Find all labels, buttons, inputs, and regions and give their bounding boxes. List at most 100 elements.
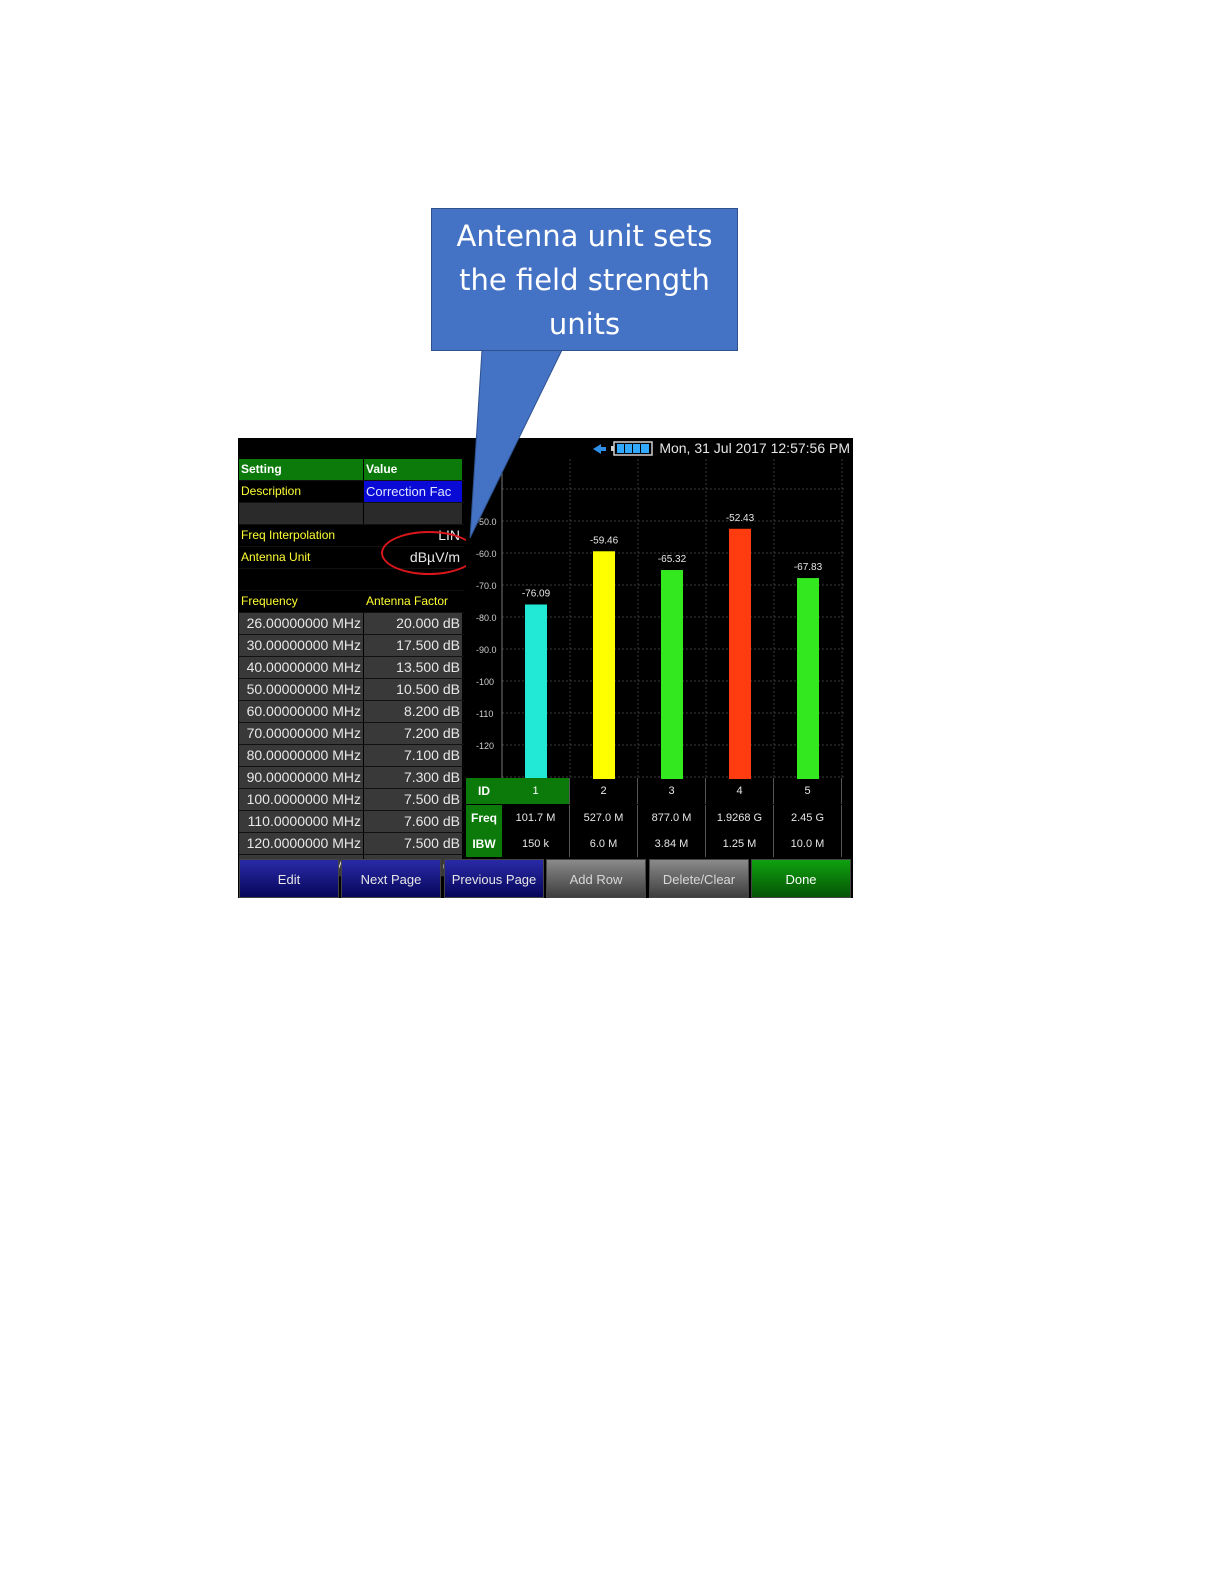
y-tick-label: -60.0 — [476, 549, 497, 559]
id-cell[interactable]: 4 — [706, 778, 774, 804]
freq-interpolation-label: Freq Interpolation — [239, 525, 364, 546]
id-cell[interactable]: 5 — [774, 778, 842, 804]
frequency-cell[interactable]: 100.0000000 MHz — [239, 789, 364, 810]
freq-row: Freq 101.7 M 527.0 M 877.0 M 1.9268 G 2.45 G — [466, 805, 846, 831]
frequency-cell[interactable]: 30.00000000 MHz — [239, 635, 364, 656]
bar-value-label: -67.83 — [794, 562, 823, 573]
instrument-screen: Mon, 31 Jul 2017 12:57:56 PM Setting Val… — [238, 438, 853, 898]
description-label: Description — [239, 481, 364, 502]
previous-page-button[interactable]: Previous Page — [444, 859, 544, 898]
bar-1 — [525, 604, 547, 779]
table-row[interactable]: 120.0000000 MHz 7.500 dB — [239, 833, 464, 855]
table-row[interactable]: 70.00000000 MHz 7.200 dB — [239, 723, 464, 745]
antenna-factor-cell[interactable]: 13.500 dB — [364, 657, 462, 678]
table-row[interactable]: 26.00000000 MHz 20.000 dB — [239, 613, 464, 635]
bar-4 — [729, 528, 751, 779]
frequency-cell[interactable]: 110.0000000 MHz — [239, 811, 364, 832]
antenna-factor-cell[interactable]: 7.500 dB — [364, 833, 462, 854]
correction-table: Setting Value Description Correction Fac… — [239, 459, 464, 877]
highlight-ellipse — [381, 531, 477, 575]
battery-icon — [611, 441, 653, 456]
y-tick-label: -120 — [476, 741, 494, 751]
antenna-factor-cell[interactable]: 7.300 dB — [364, 767, 462, 788]
setting-header: Setting — [239, 459, 364, 480]
antenna-factor-cell[interactable]: 17.500 dB — [364, 635, 462, 656]
table-row[interactable]: 40.00000000 MHz 13.500 dB — [239, 657, 464, 679]
frequency-cell[interactable]: 50.00000000 MHz — [239, 679, 364, 700]
antenna-factor-cell[interactable]: 7.600 dB — [364, 811, 462, 832]
ibw-cell: 150 k — [502, 831, 570, 857]
table-row[interactable]: 90.00000000 MHz 7.300 dB — [239, 767, 464, 789]
y-tick-label: -70.0 — [476, 581, 497, 591]
bar-value-label: -76.09 — [522, 588, 551, 599]
empty-row — [239, 503, 464, 525]
frequency-cell[interactable]: 90.00000000 MHz — [239, 767, 364, 788]
antenna-factor-cell[interactable]: 7.100 dB — [364, 745, 462, 766]
table-row[interactable]: 80.00000000 MHz 7.100 dB — [239, 745, 464, 767]
table-row[interactable]: 60.00000000 MHz 8.200 dB — [239, 701, 464, 723]
freq-label: Freq — [466, 805, 502, 831]
frequency-cell[interactable]: 80.00000000 MHz — [239, 745, 364, 766]
freq-cell: 2.45 G — [774, 805, 842, 831]
frequency-cell[interactable]: 40.00000000 MHz — [239, 657, 364, 678]
frequency-cell[interactable]: 26.00000000 MHz — [239, 613, 364, 634]
bar-5 — [797, 578, 819, 779]
freq-cell: 1.9268 G — [706, 805, 774, 831]
id-cell[interactable]: 2 — [570, 778, 638, 804]
next-page-button[interactable]: Next Page — [341, 859, 441, 898]
ibw-cell: 6.0 M — [570, 831, 638, 857]
table-row[interactable]: 100.0000000 MHz 7.500 dB — [239, 789, 464, 811]
id-row: ID 12345 — [466, 778, 846, 804]
status-icons — [593, 441, 653, 456]
frequency-cell[interactable]: 60.00000000 MHz — [239, 701, 364, 722]
channel-info-table: ID 12345 Freq 101.7 M 527.0 M 877.0 M 1.926… — [466, 778, 846, 857]
antenna-factor-header: Antenna Factor — [364, 591, 462, 612]
callout-line-1: Antenna unit sets — [456, 218, 713, 253]
description-row[interactable]: Description Correction Fac — [239, 481, 464, 503]
factor-header-row: Frequency Antenna Factor — [239, 591, 464, 613]
description-field[interactable]: Correction Fac — [364, 481, 462, 502]
y-tick-label: -80.0 — [476, 613, 497, 623]
channel-power-chart: -50.0 -60.0 -70.0 -80.0 -90.0 -100 -110 -120 -7… — [466, 459, 850, 779]
frequency-header: Frequency — [239, 591, 364, 612]
softkey-bar: Edit Next Page Previous Page Add Row Del… — [238, 859, 853, 898]
chart-svg: -50.0 -60.0 -70.0 -80.0 -90.0 -100 -110 -120 -7… — [466, 459, 850, 779]
bar-value-label: -52.43 — [726, 513, 755, 524]
status-bar: Mon, 31 Jul 2017 12:57:56 PM — [238, 438, 853, 459]
bar-3 — [661, 570, 683, 779]
ibw-cell: 1.25 M — [706, 831, 774, 857]
table-header: Setting Value — [239, 459, 464, 481]
callout-line-3: units — [548, 306, 621, 341]
y-tick-label: -100 — [476, 677, 494, 687]
y-tick-label: -110 — [476, 709, 493, 719]
antenna-factor-cell[interactable]: 8.200 dB — [364, 701, 462, 722]
datetime: Mon, 31 Jul 2017 12:57:56 PM — [659, 440, 850, 456]
id-cell[interactable]: 1 — [502, 778, 570, 804]
antenna-factor-cell[interactable]: 20.000 dB — [364, 613, 462, 634]
value-header: Value — [364, 459, 462, 480]
edit-button[interactable]: Edit — [239, 859, 339, 898]
delete-clear-button[interactable]: Delete/Clear — [649, 859, 749, 898]
empty-cell — [239, 503, 364, 524]
id-cell[interactable]: 3 — [638, 778, 706, 804]
ibw-row: IBW 150 k 6.0 M 3.84 M 1.25 M 10.0 M — [466, 831, 846, 857]
done-button[interactable]: Done — [751, 859, 851, 898]
ibw-cell: 3.84 M — [638, 831, 706, 857]
freq-cell: 101.7 M — [502, 805, 570, 831]
antenna-factor-cell[interactable]: 7.500 dB — [364, 789, 462, 810]
bar-value-label: -59.46 — [590, 535, 619, 546]
antenna-factor-cell[interactable]: 10.500 dB — [364, 679, 462, 700]
add-row-button[interactable]: Add Row — [546, 859, 646, 898]
id-label: ID — [466, 778, 502, 804]
annotation-callout: Antenna unit sets the field strength uni… — [431, 208, 738, 351]
y-tick-label: -90.0 — [476, 645, 497, 655]
table-row[interactable]: 110.0000000 MHz 7.600 dB — [239, 811, 464, 833]
table-row[interactable]: 30.00000000 MHz 17.500 dB — [239, 635, 464, 657]
frequency-cell[interactable]: 70.00000000 MHz — [239, 723, 364, 744]
freq-cell: 877.0 M — [638, 805, 706, 831]
frequency-cell[interactable]: 120.0000000 MHz — [239, 833, 364, 854]
table-row[interactable]: 50.00000000 MHz 10.500 dB — [239, 679, 464, 701]
ibw-label: IBW — [466, 831, 502, 857]
spacer-cell — [239, 569, 364, 590]
antenna-factor-cell[interactable]: 7.200 dB — [364, 723, 462, 744]
